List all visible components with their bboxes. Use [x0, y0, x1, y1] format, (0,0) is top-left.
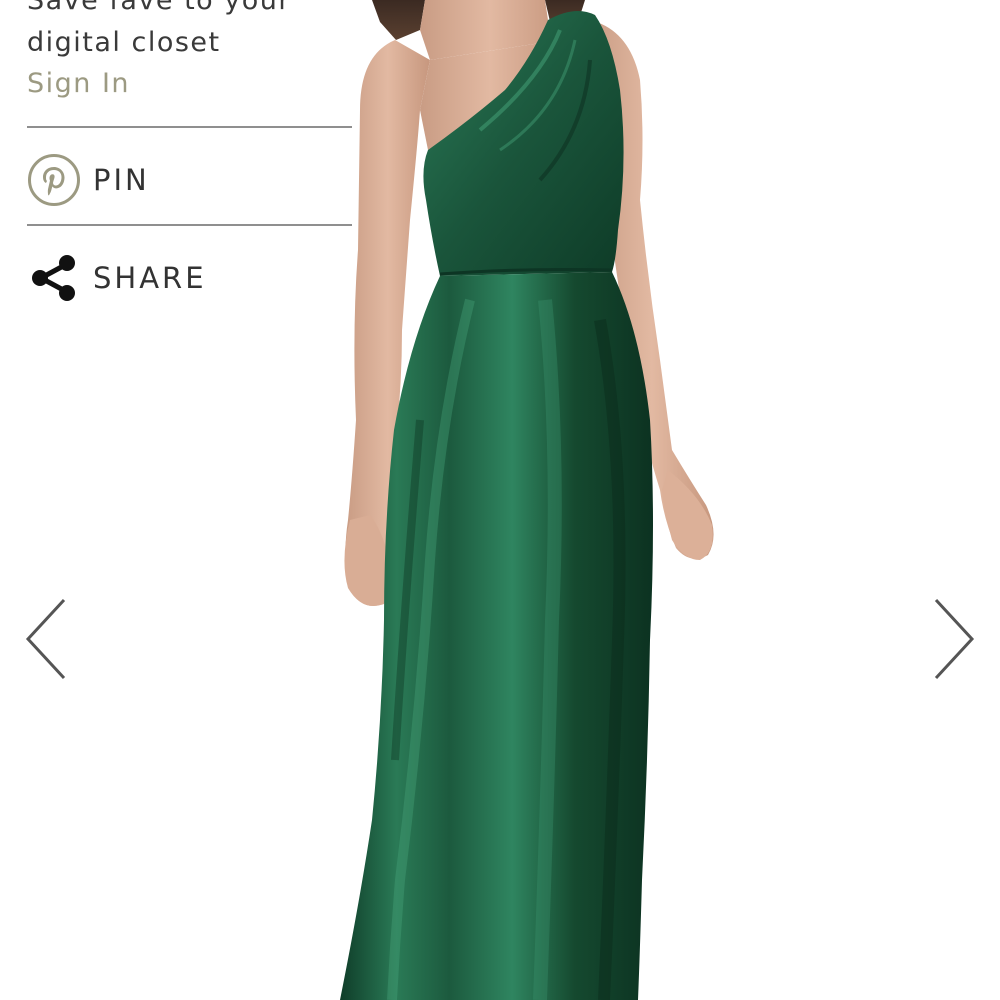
next-image-button[interactable]: [928, 596, 978, 682]
save-prompt-line1: Save fave to your: [27, 0, 291, 16]
product-detail-page: Save fave to your digital closet Sign In…: [0, 0, 1000, 1000]
share-icon: [27, 251, 81, 305]
save-prompt-line2: digital closet: [27, 27, 221, 58]
pin-button[interactable]: PIN: [27, 150, 352, 210]
share-button[interactable]: SHARE: [27, 248, 352, 308]
chevron-left-icon: [25, 598, 66, 680]
save-to-closet-prompt: Save fave to your digital closet: [27, 0, 291, 64]
chevron-right-icon: [934, 598, 975, 680]
model-hair: [372, 0, 425, 40]
divider: [27, 126, 352, 128]
sign-in-link[interactable]: Sign In: [27, 64, 130, 104]
share-label: SHARE: [93, 261, 207, 295]
pin-label: PIN: [93, 163, 150, 197]
pinterest-icon: [27, 153, 81, 207]
previous-image-button[interactable]: [22, 596, 72, 682]
divider: [27, 224, 352, 226]
